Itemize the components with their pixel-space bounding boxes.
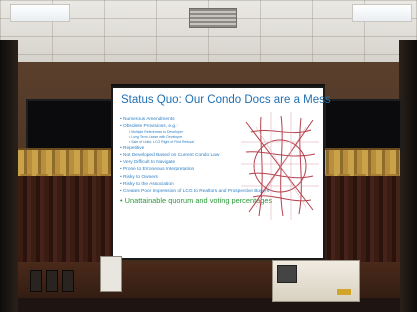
stage-drape-right (322, 176, 400, 268)
highlight-bullet: Unattainable quorum and voting percentag… (120, 196, 273, 205)
chair-icon (30, 270, 42, 292)
bullet-item: Creates Poor Impression of LCG to Realto… (120, 188, 269, 195)
road-map-image (241, 112, 319, 220)
chair-icon (46, 270, 58, 292)
right-wall (399, 40, 417, 312)
auditorium-photo: Status Quo: Our Condo Docs are a Mess Nu… (0, 0, 417, 312)
ceiling-light-icon (10, 4, 70, 22)
bullet-list: Numerous Amendments Obsolete Provisions,… (120, 116, 273, 205)
tv-right-icon (324, 99, 402, 153)
tv-left-icon (26, 99, 116, 153)
bullet-item: Risky to the Association (120, 181, 250, 188)
curtain-valance-left (18, 148, 126, 182)
bullet-item: Repetitive (120, 145, 250, 152)
podium-icon (272, 260, 360, 302)
left-wall (0, 40, 18, 312)
ceiling (0, 0, 417, 62)
ceiling-light-icon (352, 4, 412, 22)
bullet-item: Obsolete Provisions, e.g.: (120, 123, 250, 130)
chair-icon (62, 270, 74, 292)
bullet-item: Not Developed Based on Current Condo Law (120, 152, 250, 159)
easel-board (100, 256, 122, 292)
bullet-item: Risky to Owners (120, 174, 250, 181)
bullet-item: Prone to Erroneous Interpretation (120, 166, 250, 173)
projector-screen: Status Quo: Our Condo Docs are a Mess Nu… (113, 88, 331, 258)
stage-drape-left (18, 176, 118, 268)
ceiling-vent-icon (189, 8, 237, 28)
curtain-valance-right (320, 148, 400, 182)
bullet-item: Numerous Amendments (120, 116, 250, 123)
slide-title: Status Quo: Our Condo Docs are a Mess (121, 94, 331, 106)
bullet-item: Very Difficult to Navigate (120, 159, 250, 166)
